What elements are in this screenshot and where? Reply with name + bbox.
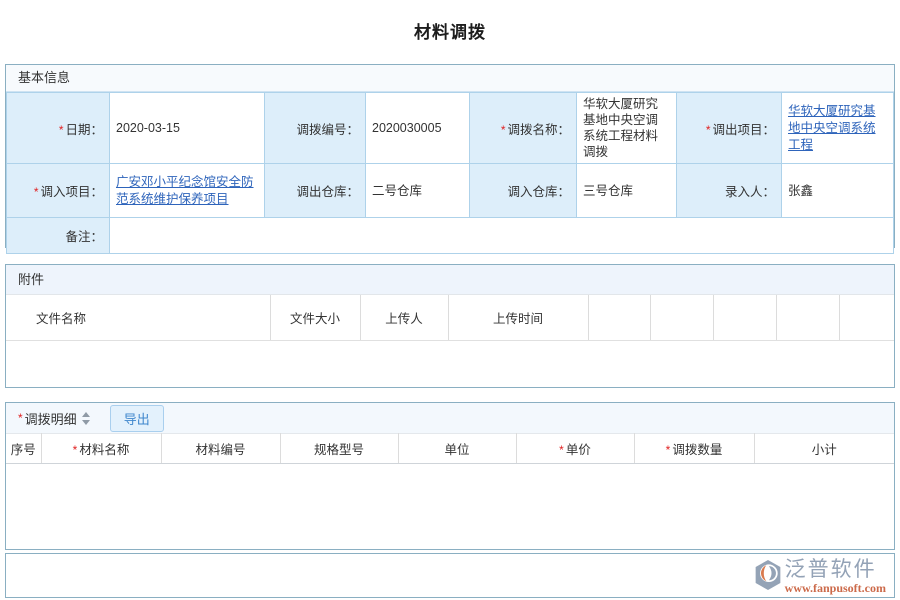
recorder-label: 录入人：	[677, 164, 782, 218]
date-label: *日期：	[7, 93, 110, 164]
col-uploader: 上传人	[360, 295, 448, 340]
required-asterisk: *	[73, 443, 78, 457]
transfer-no-value: 2020030005	[366, 93, 470, 164]
attachments-table: 文件名称 文件大小 上传人 上传时间	[6, 295, 894, 341]
out-project-label: *调出项目：	[677, 93, 782, 164]
basic-info-section: 基本信息 *日期： 2020-03-15 调拨编号： 2020030005 *调…	[5, 64, 895, 248]
attachments-header-row: 文件名称 文件大小 上传人 上传时间	[6, 295, 894, 340]
remark-label: 备注：	[7, 218, 110, 254]
col-empty	[588, 295, 650, 340]
in-warehouse-value: 三号仓库	[577, 164, 677, 218]
col-material-no: 材料编号	[161, 434, 280, 464]
required-asterisk: *	[59, 123, 64, 137]
required-asterisk: *	[559, 443, 564, 457]
brand-text: 泛普软件 www.fanpusoft.com	[785, 558, 886, 595]
col-material-name: *材料名称	[41, 434, 161, 464]
col-empty	[839, 295, 894, 340]
required-asterisk: *	[18, 411, 23, 425]
required-asterisk: *	[501, 123, 506, 137]
page-title: 材料调拨	[0, 18, 900, 43]
out-project-link[interactable]: 华软大厦研究基地中央空调系统工程	[788, 104, 876, 152]
attachments-section-title: 附件	[6, 265, 894, 295]
attachments-section: 附件 文件名称 文件大小 上传人 上传时间	[5, 264, 895, 388]
date-value: 2020-03-15	[110, 93, 265, 164]
remark-value	[110, 218, 894, 254]
sort-up-icon	[82, 412, 90, 417]
required-asterisk: *	[706, 123, 711, 137]
out-warehouse-value: 二号仓库	[366, 164, 470, 218]
in-project-link[interactable]: 广安邓小平纪念馆安全防范系统维护保养项目	[116, 175, 254, 206]
fanpu-logo-icon	[753, 558, 783, 592]
page: 材料调拨 基本信息 *日期： 2020-03-15 调拨编号： 20200300…	[0, 0, 900, 600]
sort-toggle-icon[interactable]	[82, 412, 90, 425]
col-unit: 单位	[398, 434, 516, 464]
col-unit-price: *单价	[516, 434, 634, 464]
transfer-detail-table: 序号 *材料名称 材料编号 规格型号 单位 *单价 *调拨数量 小计	[6, 433, 894, 464]
sort-down-icon	[82, 420, 90, 425]
transfer-detail-section: * 调拨明细 导出 序号 *材料名称 材料编号 规格型号 单位 *单价 *调拨数…	[5, 402, 895, 550]
transfer-detail-section-title: 调拨明细	[25, 409, 77, 428]
col-subtotal: 小计	[754, 434, 894, 464]
in-project-label: *调入项目：	[7, 164, 110, 218]
col-empty	[776, 295, 839, 340]
in-project-value: 广安邓小平纪念馆安全防范系统维护保养项目	[110, 164, 265, 218]
export-button[interactable]: 导出	[110, 405, 164, 432]
col-seq: 序号	[6, 434, 41, 464]
transfer-detail-toolbar: * 调拨明细 导出	[6, 403, 894, 433]
brand-name: 泛普软件	[785, 558, 877, 582]
transfer-name-value: 华软大厦研究基地中央空调系统工程材料调拨	[577, 93, 677, 164]
transfer-detail-header-row: 序号 *材料名称 材料编号 规格型号 单位 *单价 *调拨数量 小计	[6, 434, 894, 464]
col-upload-time: 上传时间	[448, 295, 588, 340]
required-asterisk: *	[34, 185, 39, 199]
transfer-name-label: *调拨名称：	[470, 93, 577, 164]
transfer-no-label: 调拨编号：	[265, 93, 366, 164]
recorder-value: 张鑫	[782, 164, 894, 218]
col-spec-model: 规格型号	[280, 434, 398, 464]
basic-info-table: *日期： 2020-03-15 调拨编号： 2020030005 *调拨名称： …	[6, 92, 894, 254]
required-asterisk: *	[666, 443, 671, 457]
col-transfer-qty: *调拨数量	[634, 434, 754, 464]
footer-section: 泛普软件 www.fanpusoft.com	[5, 553, 895, 598]
in-warehouse-label: 调入仓库：	[470, 164, 577, 218]
col-empty	[713, 295, 776, 340]
out-project-value: 华软大厦研究基地中央空调系统工程	[782, 93, 894, 164]
basic-info-section-title: 基本信息	[6, 65, 894, 92]
col-empty	[650, 295, 713, 340]
col-file-size: 文件大小	[270, 295, 360, 340]
brand-website: www.fanpusoft.com	[785, 582, 886, 595]
out-warehouse-label: 调出仓库：	[265, 164, 366, 218]
col-file-name: 文件名称	[6, 295, 270, 340]
brand-watermark: 泛普软件 www.fanpusoft.com	[753, 558, 886, 595]
